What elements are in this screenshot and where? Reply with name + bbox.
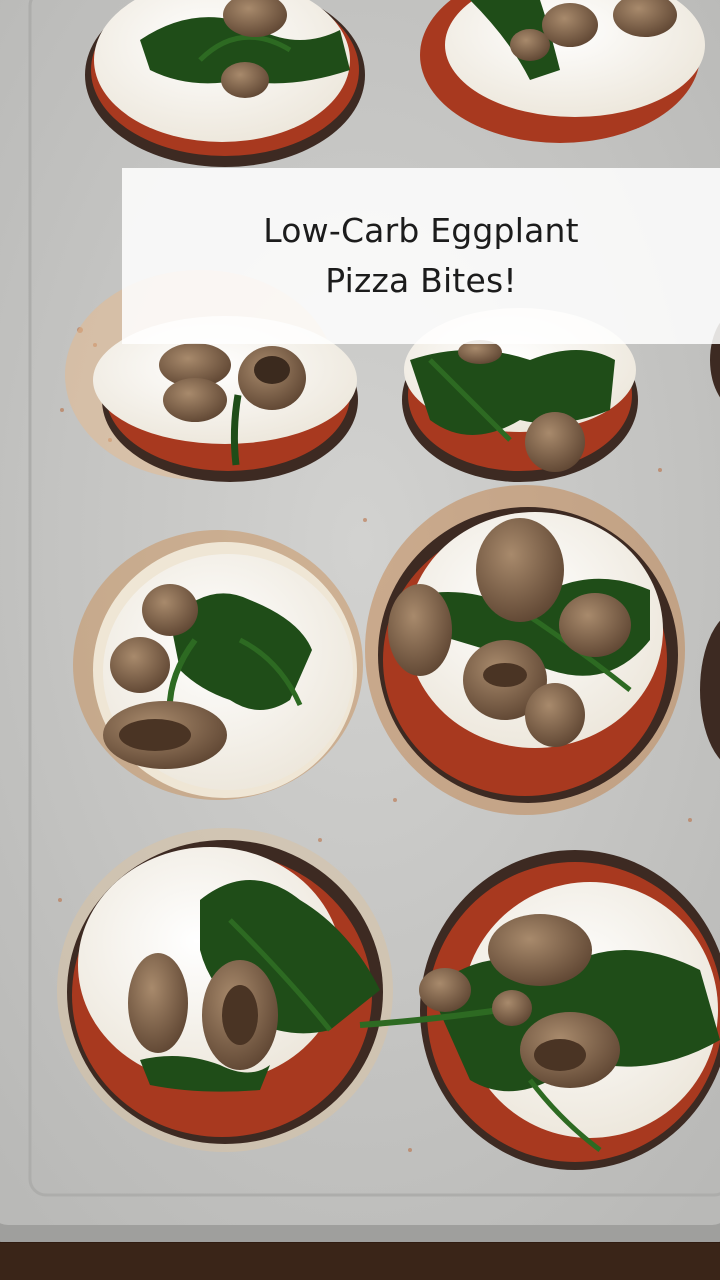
title-line-2: Pizza Bites! (325, 261, 517, 300)
pizza-bite (365, 485, 685, 815)
pizza-bite (57, 828, 393, 1152)
pizza-bite (73, 530, 363, 800)
title-line-1: Low-Carb Eggplant (263, 211, 579, 250)
title-banner: Low-Carb Eggplant Pizza Bites! (122, 168, 720, 344)
